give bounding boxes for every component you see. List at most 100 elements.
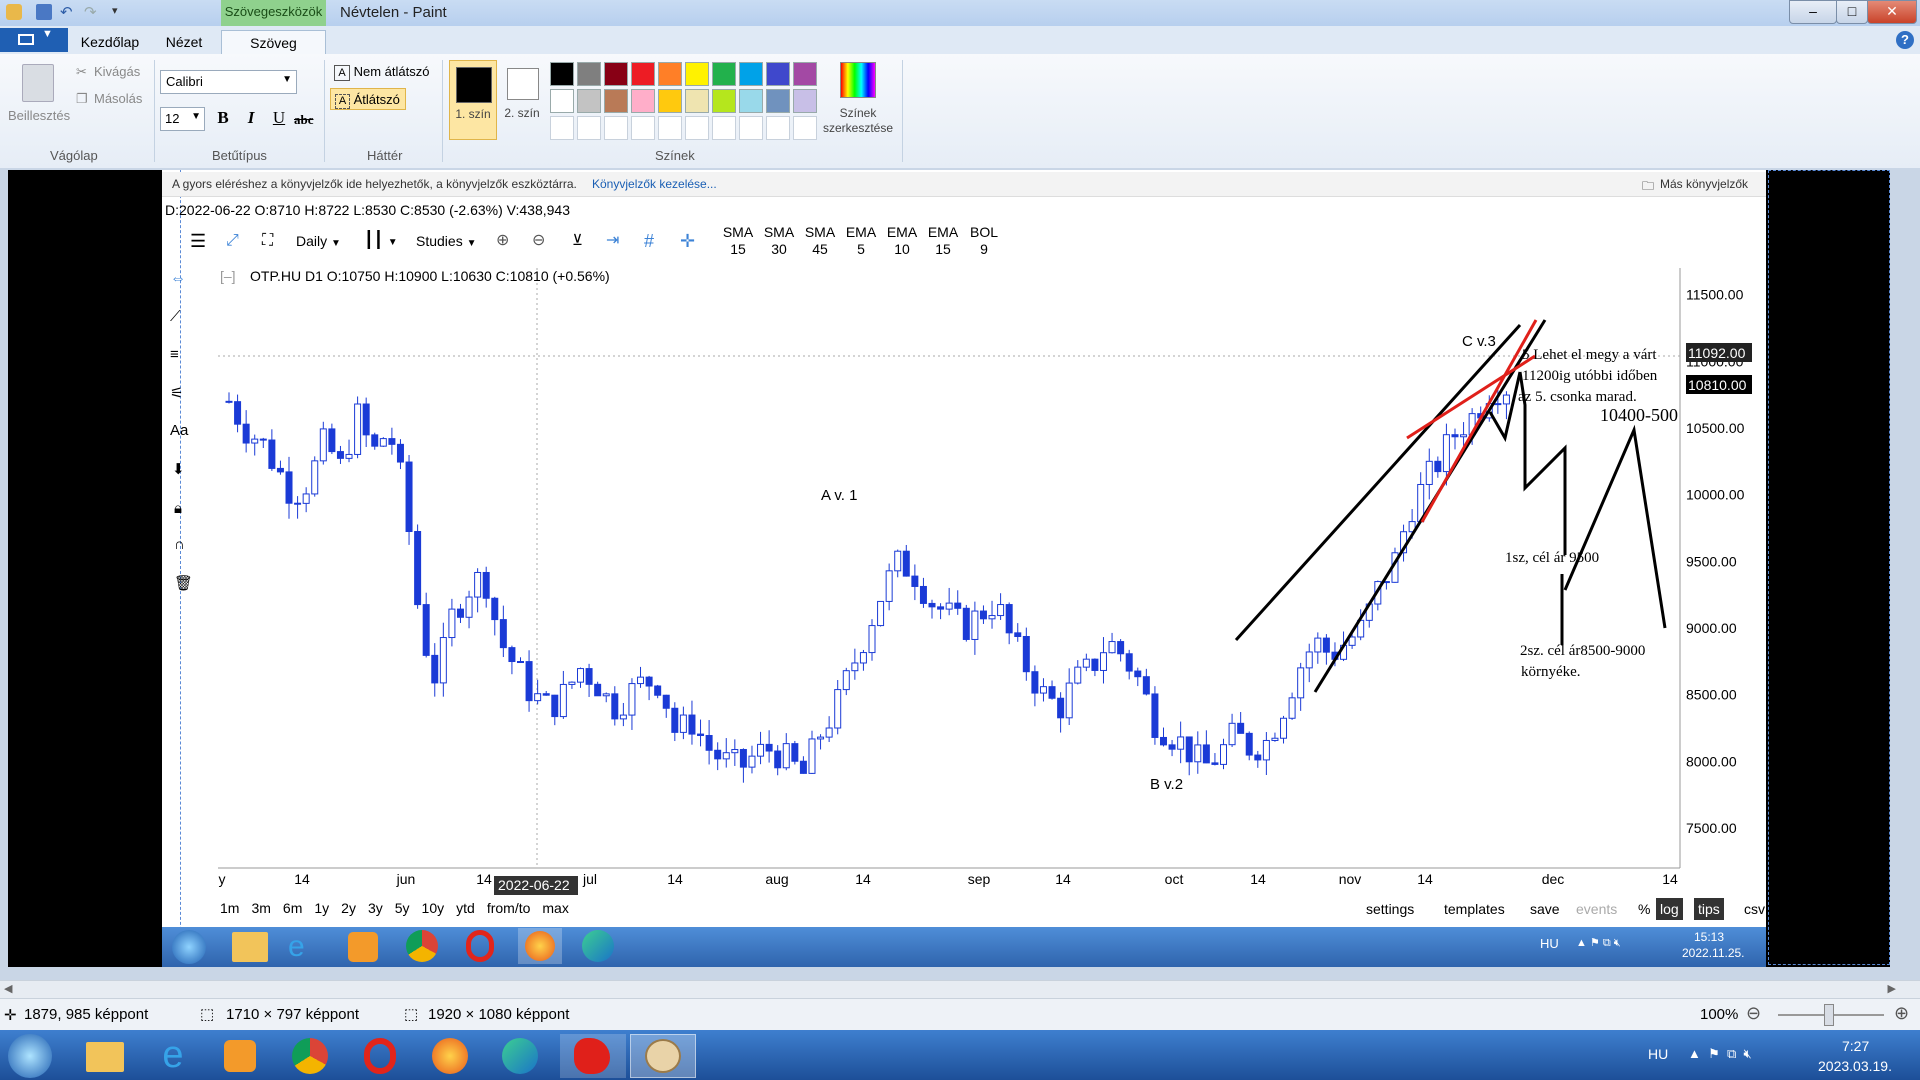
candle-body [662, 694, 670, 709]
candle-body [577, 668, 585, 683]
cursor-position-icon: ✛ [4, 1007, 17, 1024]
app-splat-icon[interactable] [560, 1034, 626, 1078]
zoom-out-button[interactable]: ⊖ [1746, 1003, 1761, 1024]
tray-icons[interactable]: ▲ ⚑ ⧉ 🔇︎ [1688, 1046, 1752, 1062]
y-tick-label: 8500.00 [1686, 687, 1737, 703]
candle-body [1314, 637, 1322, 653]
candle-body [328, 428, 336, 453]
timeframe-1y[interactable]: 1y [314, 900, 329, 916]
target-1-label: 1sz, cél ár 9500 [1505, 550, 1600, 566]
chart-action-events[interactable]: events [1572, 898, 1621, 920]
timeframe-2y[interactable]: 2y [341, 900, 356, 916]
inner-edge-icon [582, 930, 614, 962]
chart-action-log[interactable]: log [1656, 898, 1683, 920]
candle-body [311, 460, 319, 495]
timeframe-5y[interactable]: 5y [395, 900, 410, 916]
x-tick-label: dec [1542, 871, 1565, 887]
ie-icon[interactable]: e [148, 1034, 198, 1078]
candle-body [859, 652, 867, 664]
collapse-icon[interactable]: [–] [220, 268, 236, 284]
y-tick-label: 10500.00 [1686, 420, 1745, 436]
clock-time[interactable]: 7:27 [1842, 1038, 1869, 1054]
chart-action-tips[interactable]: tips [1694, 898, 1724, 920]
candle-body [259, 438, 267, 441]
inner-explorer-icon [232, 932, 268, 962]
horizontal-scrollbar[interactable]: ◀ ▶ [0, 980, 1920, 999]
x-tick-label: 14 [1662, 871, 1678, 887]
timeframe-ytd[interactable]: ytd [456, 900, 475, 916]
candle-body [276, 467, 284, 473]
candle-body [234, 401, 242, 425]
x-tick-label: 14 [294, 871, 310, 887]
price-chart[interactable]: 11500.0011000.0010500.0010000.009500.009… [0, 0, 1920, 1080]
chart-action-png[interactable]: png [1778, 898, 1809, 920]
candle-body [1082, 658, 1090, 668]
candle-body [654, 685, 662, 696]
x-tick-label: sep [968, 871, 991, 887]
chart-action-csv[interactable]: csv [1740, 898, 1769, 920]
candle-body [542, 693, 550, 696]
candle-body [525, 661, 533, 702]
candle-body [748, 755, 756, 768]
timeframe-from-to[interactable]: from/to [487, 900, 531, 916]
zoom-in-button[interactable]: ⊕ [1894, 1003, 1909, 1024]
candle-body [962, 607, 970, 640]
timeframe-3m[interactable]: 3m [251, 900, 270, 916]
inner-lang: HU [1540, 936, 1559, 951]
zoom-slider-thumb[interactable] [1824, 1004, 1834, 1026]
edge-icon[interactable] [496, 1034, 546, 1078]
scroll-left-icon[interactable]: ◀ [4, 982, 12, 995]
candle-body [414, 530, 422, 606]
candle-body [628, 683, 636, 716]
media-player-icon[interactable] [216, 1034, 266, 1078]
crosshair-date-label: 2022-06-22 [498, 877, 570, 893]
x-tick-label: 14 [1417, 871, 1433, 887]
candle-body [465, 596, 473, 618]
candle-body [705, 735, 713, 751]
candle-body [877, 600, 885, 627]
timeframe-6m[interactable]: 6m [283, 900, 302, 916]
candle-body [585, 668, 593, 685]
clock-date[interactable]: 2023.03.19. [1818, 1058, 1892, 1074]
timeframe-max[interactable]: max [542, 900, 568, 916]
candle-body [508, 647, 516, 663]
candle-body [1014, 632, 1022, 638]
firefox-icon[interactable] [426, 1034, 476, 1078]
opera-icon[interactable] [356, 1034, 406, 1078]
candle-body [782, 743, 790, 769]
chart-action-settings[interactable]: settings [1362, 898, 1418, 920]
candle-body [988, 615, 996, 620]
wave-c-label: C v.3 [1462, 333, 1496, 350]
chrome-icon[interactable] [286, 1034, 336, 1078]
language-indicator[interactable]: HU [1648, 1046, 1668, 1062]
timeframe-3y[interactable]: 3y [368, 900, 383, 916]
inner-start-icon [172, 930, 206, 964]
candle-body [1280, 717, 1288, 739]
candle-body [868, 625, 876, 654]
candle-body [1288, 697, 1296, 719]
chart-action-save[interactable]: save [1526, 898, 1564, 920]
candle-body [731, 749, 739, 754]
timeframe-1m[interactable]: 1m [220, 900, 239, 916]
chart-action-templates[interactable]: templates [1440, 898, 1509, 920]
chart-action-percent[interactable]: % [1634, 898, 1654, 920]
scroll-right-icon[interactable]: ▶ [1888, 982, 1896, 995]
price-tag-close-label: 10810.00 [1688, 377, 1747, 393]
candle-body [1117, 641, 1125, 655]
candle-body [1297, 667, 1305, 699]
inner-media-icon [348, 932, 378, 962]
y-tick-label: 7500.00 [1686, 820, 1737, 836]
y-tick-label: 8000.00 [1686, 753, 1737, 769]
paint-task-icon[interactable] [630, 1034, 696, 1078]
y-tick-label: 9000.00 [1686, 620, 1737, 636]
x-tick-label: jul [582, 871, 597, 887]
start-button[interactable] [8, 1034, 52, 1078]
candle-body [1262, 739, 1270, 761]
price-tag-high-label: 11092.00 [1688, 345, 1746, 361]
target-range-label: 10400-500 [1600, 405, 1678, 425]
image-size-icon: ⬚ [404, 1006, 419, 1023]
x-tick-label: 14 [1055, 871, 1071, 887]
x-tick-label: jun [396, 871, 416, 887]
timeframe-10y[interactable]: 10y [422, 900, 445, 916]
explorer-icon[interactable] [80, 1034, 130, 1078]
